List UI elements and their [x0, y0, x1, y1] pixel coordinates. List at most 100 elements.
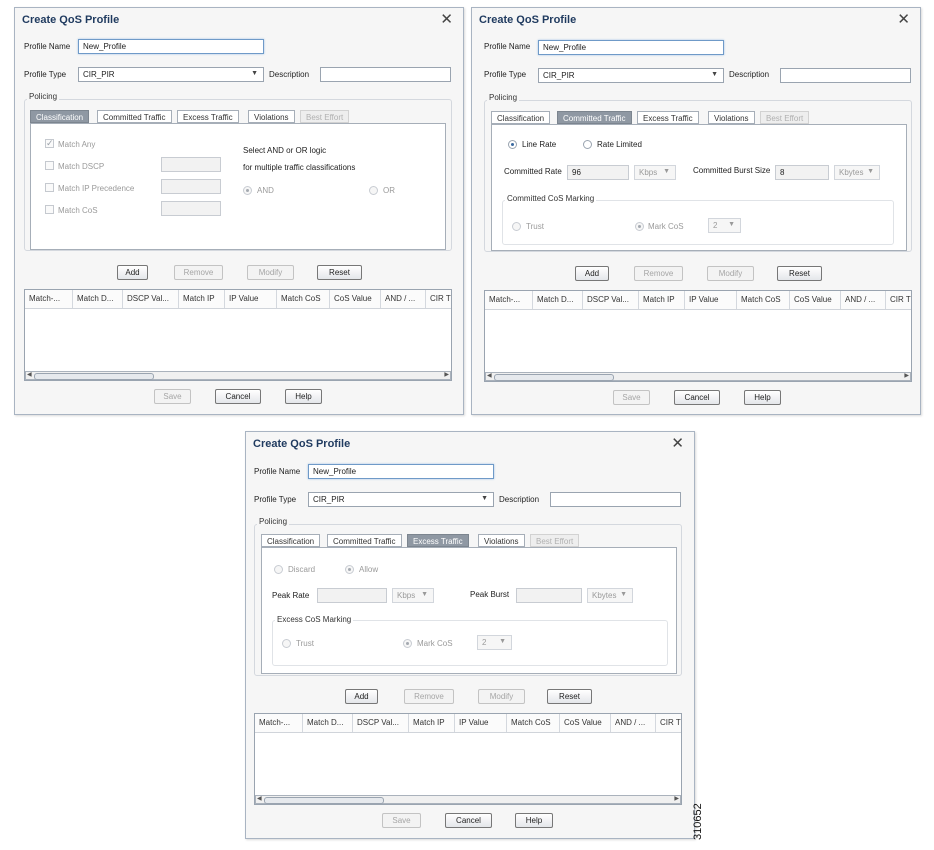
scrollbar-thumb[interactable]	[494, 374, 614, 381]
arrow-right-icon[interactable]: ▶	[904, 372, 909, 379]
arrow-right-icon[interactable]: ▶	[674, 795, 679, 802]
cos-value-select[interactable]: 2 ▼	[477, 635, 512, 650]
tab-excess-traffic[interactable]: Excess Traffic	[407, 534, 469, 547]
column-header[interactable]: Match D...	[73, 290, 123, 308]
modify-button[interactable]: Modify	[247, 265, 294, 280]
description-input[interactable]	[320, 67, 451, 82]
trust-radio[interactable]	[282, 639, 291, 648]
modify-button[interactable]: Modify	[707, 266, 754, 281]
tab-violations[interactable]: Violations	[708, 111, 755, 124]
save-button[interactable]: Save	[613, 390, 650, 405]
column-header[interactable]: AND / ...	[611, 714, 656, 732]
column-header[interactable]: CIR T	[426, 290, 451, 308]
add-button[interactable]: Add	[117, 265, 148, 280]
cancel-button[interactable]: Cancel	[674, 390, 720, 405]
column-header[interactable]: DSCP Val...	[123, 290, 179, 308]
remove-button[interactable]: Remove	[404, 689, 454, 704]
arrow-right-icon[interactable]: ▶	[444, 371, 449, 378]
help-button[interactable]: Help	[744, 390, 781, 405]
reset-button[interactable]: Reset	[547, 689, 592, 704]
remove-button[interactable]: Remove	[634, 266, 683, 281]
rate-unit-select[interactable]: Kbps ▼	[392, 588, 434, 603]
help-button[interactable]: Help	[515, 813, 553, 828]
tab-committed-traffic[interactable]: Committed Traffic	[97, 110, 172, 123]
match-dscp-input[interactable]	[161, 157, 221, 172]
save-button[interactable]: Save	[382, 813, 421, 828]
horizontal-scrollbar[interactable]: ◀ ▶	[485, 372, 911, 381]
arrow-left-icon[interactable]: ◀	[27, 371, 32, 378]
column-header[interactable]: Match CoS	[507, 714, 560, 732]
column-header[interactable]: IP Value	[455, 714, 507, 732]
cancel-button[interactable]: Cancel	[445, 813, 492, 828]
match-dscp-checkbox[interactable]	[45, 161, 54, 170]
scrollbar-thumb[interactable]	[34, 373, 154, 380]
modify-button[interactable]: Modify	[478, 689, 525, 704]
column-header[interactable]: Match D...	[533, 291, 583, 309]
column-header[interactable]: Match CoS	[737, 291, 790, 309]
line-rate-radio[interactable]	[508, 140, 517, 149]
profile-type-select[interactable]: CIR_PIR ▼	[308, 492, 494, 507]
column-header[interactable]: Match D...	[303, 714, 353, 732]
tab-excess-traffic[interactable]: Excess Traffic	[637, 111, 699, 124]
add-button[interactable]: Add	[345, 689, 378, 704]
match-ip-precedence-checkbox[interactable]	[45, 183, 54, 192]
profile-type-select[interactable]: CIR_PIR ▼	[78, 67, 264, 82]
profile-name-input[interactable]: New_Profile	[538, 40, 724, 55]
tab-violations[interactable]: Violations	[248, 110, 295, 123]
profile-rules-table[interactable]: Match-... Match D... DSCP Val... Match I…	[484, 290, 912, 382]
column-header[interactable]: CIR T	[656, 714, 681, 732]
rate-limited-radio[interactable]	[583, 140, 592, 149]
column-header[interactable]: Match-...	[25, 290, 73, 308]
scrollbar-thumb[interactable]	[264, 797, 384, 804]
burst-unit-select[interactable]: Kbytes ▼	[587, 588, 633, 603]
column-header[interactable]: Match IP	[409, 714, 455, 732]
close-icon[interactable]: ✕	[440, 10, 453, 28]
profile-rules-table[interactable]: Match-... Match D... DSCP Val... Match I…	[24, 289, 452, 381]
cancel-button[interactable]: Cancel	[215, 389, 261, 404]
dialog-titlebar[interactable]: Create QoS Profile ✕	[246, 432, 694, 456]
tab-classification[interactable]: Classification	[30, 110, 90, 123]
peak-rate-input[interactable]	[317, 588, 387, 603]
reset-button[interactable]: Reset	[777, 266, 822, 281]
horizontal-scrollbar[interactable]: ◀ ▶	[25, 371, 451, 380]
arrow-left-icon[interactable]: ◀	[257, 795, 262, 802]
description-input[interactable]	[780, 68, 911, 83]
dialog-titlebar[interactable]: Create QoS Profile ✕	[15, 8, 463, 32]
cos-value-select[interactable]: 2 ▼	[708, 218, 741, 233]
column-header[interactable]: Match-...	[255, 714, 303, 732]
help-button[interactable]: Help	[285, 389, 322, 404]
column-header[interactable]: CIR T	[886, 291, 911, 309]
close-icon[interactable]: ✕	[897, 10, 910, 28]
column-header[interactable]: Match IP	[639, 291, 685, 309]
profile-rules-table[interactable]: Match-... Match D... DSCP Val... Match I…	[254, 713, 682, 805]
column-header[interactable]: IP Value	[225, 290, 277, 308]
column-header[interactable]: CoS Value	[560, 714, 611, 732]
close-icon[interactable]: ✕	[671, 434, 684, 452]
column-header[interactable]: DSCP Val...	[583, 291, 639, 309]
save-button[interactable]: Save	[154, 389, 191, 404]
match-ip-precedence-input[interactable]	[161, 179, 221, 194]
horizontal-scrollbar[interactable]: ◀ ▶	[255, 795, 681, 804]
tab-violations[interactable]: Violations	[478, 534, 525, 547]
column-header[interactable]: IP Value	[685, 291, 737, 309]
mark-cos-radio[interactable]	[403, 639, 412, 648]
tab-committed-traffic[interactable]: Committed Traffic	[557, 111, 632, 124]
allow-radio[interactable]	[345, 565, 354, 574]
burst-unit-select[interactable]: Kbytes ▼	[834, 165, 880, 180]
committed-rate-input[interactable]: 96	[567, 165, 629, 180]
tab-classification[interactable]: Classification	[261, 534, 321, 547]
and-radio[interactable]	[243, 186, 252, 195]
column-header[interactable]: CoS Value	[790, 291, 841, 309]
reset-button[interactable]: Reset	[317, 265, 362, 280]
trust-radio[interactable]	[512, 222, 521, 231]
discard-radio[interactable]	[274, 565, 283, 574]
dialog-titlebar[interactable]: Create QoS Profile ✕	[472, 8, 920, 32]
add-button[interactable]: Add	[575, 266, 609, 281]
column-header[interactable]: Match IP	[179, 290, 225, 308]
mark-cos-radio[interactable]	[635, 222, 644, 231]
column-header[interactable]: Match-...	[485, 291, 533, 309]
peak-burst-input[interactable]	[516, 588, 582, 603]
match-cos-checkbox[interactable]	[45, 205, 54, 214]
committed-burst-input[interactable]: 8	[775, 165, 829, 180]
tab-excess-traffic[interactable]: Excess Traffic	[177, 110, 239, 123]
